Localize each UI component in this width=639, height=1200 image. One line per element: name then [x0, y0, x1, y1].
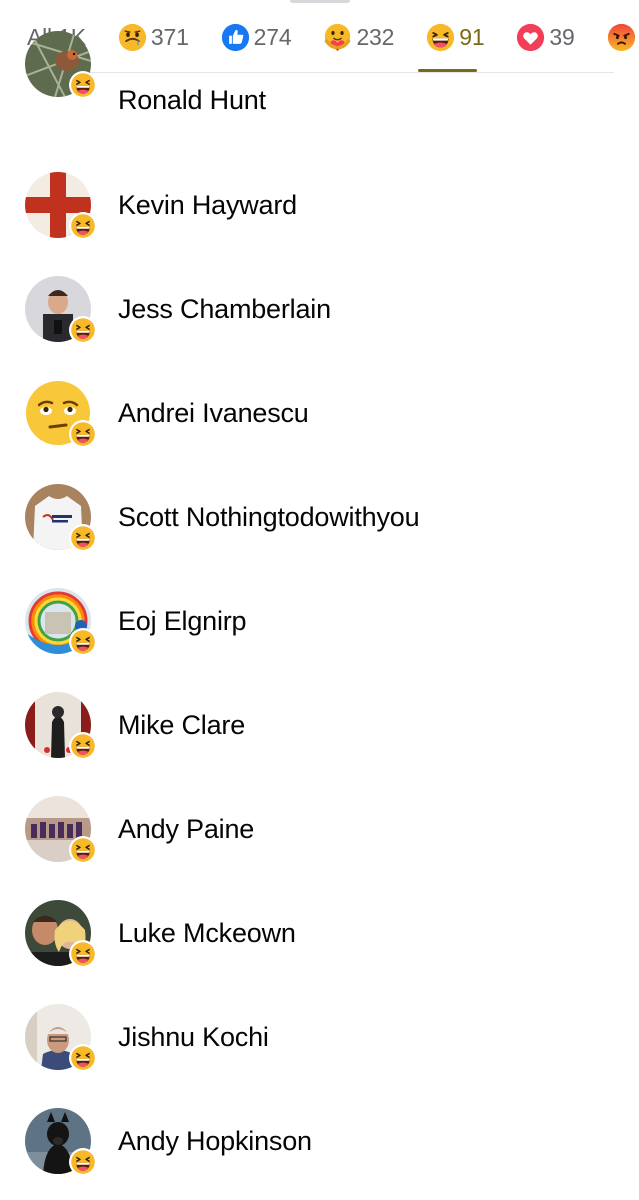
person-name[interactable]: Jishnu Kochi	[118, 1022, 269, 1053]
haha-reaction-icon	[69, 420, 97, 448]
person-name[interactable]: Kevin Hayward	[118, 190, 297, 221]
person-name[interactable]: Scott Nothingtodowithyou	[118, 502, 420, 533]
haha-reaction-icon	[69, 212, 97, 240]
haha-reaction-icon	[69, 71, 97, 99]
person-name[interactable]: Andrei Ivanescu	[118, 398, 309, 429]
list-item[interactable]: Andy Hopkinson	[0, 1087, 639, 1191]
haha-reaction-icon	[69, 940, 97, 968]
haha-reaction-icon	[69, 524, 97, 552]
list-item[interactable]: Luke Mckeown	[0, 879, 639, 983]
haha-reaction-icon	[69, 1148, 97, 1176]
haha-reaction-icon	[69, 836, 97, 864]
person-name[interactable]: Luke Mckeown	[118, 918, 296, 949]
person-name[interactable]: Andy Hopkinson	[118, 1126, 312, 1157]
haha-reaction-icon	[69, 316, 97, 344]
person-name[interactable]: Mike Clare	[118, 710, 245, 741]
list-item[interactable]: Jishnu Kochi	[0, 983, 639, 1087]
haha-reaction-icon	[69, 628, 97, 656]
list-item[interactable]: Mike Clare	[0, 671, 639, 775]
list-item[interactable]: Andrei Ivanescu	[0, 359, 639, 463]
person-name[interactable]: Eoj Elgnirp	[118, 606, 247, 637]
person-name[interactable]: Andy Paine	[118, 814, 254, 845]
person-name[interactable]: Ronald Hunt	[118, 85, 266, 116]
list-item[interactable]: Jess Chamberlain	[0, 255, 639, 359]
list-item[interactable]: Kevin Hayward	[0, 151, 639, 255]
list-item[interactable]: Scott Nothingtodowithyou	[0, 463, 639, 567]
reactors-list: Ronald Hunt Kevin Hayward Jess Chamberla…	[0, 31, 639, 1191]
person-name[interactable]: Jess Chamberlain	[118, 294, 331, 325]
list-item[interactable]: Andy Paine	[0, 775, 639, 879]
haha-reaction-icon	[69, 732, 97, 760]
haha-reaction-icon	[69, 1044, 97, 1072]
list-item[interactable]: Ronald Hunt	[0, 31, 639, 151]
list-item[interactable]: Eoj Elgnirp	[0, 567, 639, 671]
